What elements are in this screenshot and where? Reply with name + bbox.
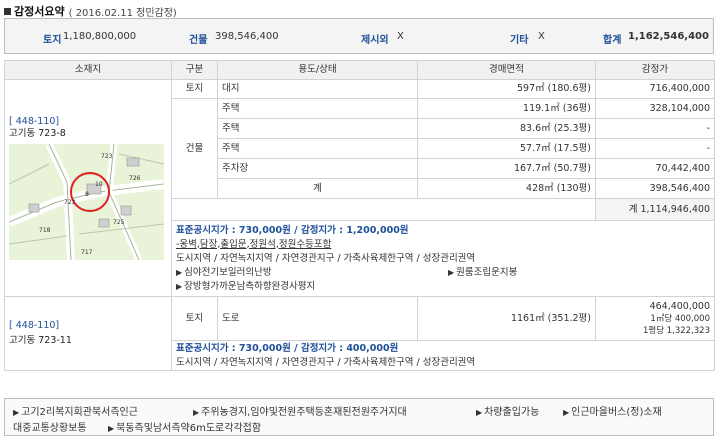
parcel2-number[interactable]: [ 448-110] xyxy=(9,320,167,332)
subtotal-label: 계 xyxy=(217,178,418,199)
table-row: [ 448-110] 고기동 723-11 토지 도로 1161㎡ (351.2… xyxy=(4,296,715,371)
parcel2-category: 토지 xyxy=(171,296,218,341)
structure-note: 원룸조립운지봉 xyxy=(456,266,518,278)
parcel2-price-total: 464,400,000 xyxy=(649,300,710,312)
excluded-label: 제시외 xyxy=(361,35,389,46)
building-price: - xyxy=(595,118,715,139)
official-land-price: 표준공시지가 : 730,000원 / 감정지가 : 1,200,000원 xyxy=(176,224,409,236)
building-price: 328,104,000 xyxy=(595,98,715,119)
parcel2-price: 464,400,000 1㎡당 400,000 1평당 1,322,323 xyxy=(595,296,715,341)
official-land-price: 표준공시지가 : 730,000원 / 감정지가 : 400,000원 xyxy=(176,342,399,354)
building-area: 83.6㎡ (25.3평) xyxy=(417,118,596,139)
building-area: 167.7㎡ (50.7평) xyxy=(417,158,596,179)
triangle-bullet-icon: ▶ xyxy=(476,408,483,417)
building-area: 119.1㎡ (36평) xyxy=(417,98,596,119)
building-value: 398,546,400 xyxy=(215,31,279,42)
land-value: 1,180,800,000 xyxy=(63,31,137,42)
building-price: - xyxy=(595,138,715,159)
section-title: 감정서요약 xyxy=(14,5,65,18)
header-category: 구분 xyxy=(171,60,218,80)
parcel2-price-per-sqm: 1㎡당 400,000 xyxy=(650,313,710,324)
parcel2-notes: 표준공시지가 : 730,000원 / 감정지가 : 400,000원 도시지역… xyxy=(171,340,715,371)
appraisal-table: 소재지 구분 용도/상태 경매면적 감정가 [ 448-110] 고기동 723… xyxy=(4,60,715,371)
building-label: 건물 xyxy=(189,35,208,46)
parcel1-location: [ 448-110] 고기동 723-8 723 723 726 718 725… xyxy=(4,79,172,297)
building-use: 주차장 xyxy=(217,158,418,179)
map-label: 10 xyxy=(95,181,103,188)
section-header: 감정서요약 ( 2016.02.11 정민감정) xyxy=(4,4,177,19)
building-use: 주택 xyxy=(217,98,418,119)
map-label: 723 xyxy=(101,153,113,160)
triangle-bullet-icon: ▶ xyxy=(176,281,183,291)
triangle-bullet-icon: ▶ xyxy=(563,408,570,417)
triangle-bullet-icon: ▶ xyxy=(176,267,183,277)
zoning-note: 도시지역 / 자연녹지지역 / 자연경관지구 / 가축사육제한구역 / 성장관리… xyxy=(176,252,476,264)
header-use-status: 용도/상태 xyxy=(217,60,418,80)
land-use: 대지 xyxy=(217,79,418,99)
parcel2-address: 고기동 723-11 xyxy=(9,335,72,346)
location-note: 인근마을버스(정)소재 xyxy=(571,407,662,418)
parcel1-notes: 표준공시지가 : 730,000원 / 감정지가 : 1,200,000원 -옹… xyxy=(171,220,715,297)
map-label: 723 xyxy=(64,199,76,206)
header-location: 소재지 xyxy=(4,60,172,80)
parcel2-location: [ 448-110] 고기동 723-11 xyxy=(4,296,172,371)
parcel1-number[interactable]: [ 448-110] xyxy=(9,116,167,128)
other-label: 기타 xyxy=(510,35,529,46)
land-area: 597㎡ (180.6평) xyxy=(417,79,596,99)
subtotal-area: 428㎡ (130평) xyxy=(417,178,596,199)
appraisal-summary: 토지 1,180,800,000 건물 398,546,400 제시외 X 기타… xyxy=(4,18,714,54)
location-note: 고기2리복지회관북서측인근 xyxy=(21,407,138,418)
triangle-bullet-icon: ▶ xyxy=(448,267,455,277)
location-note: 주위농경지,임야및전원주택등혼재된전원주거지대 xyxy=(201,407,407,418)
square-bullet-icon xyxy=(4,7,11,15)
other-value: X xyxy=(538,31,545,42)
building-use: 주택 xyxy=(217,138,418,159)
header-price: 감정가 xyxy=(595,60,715,80)
triangle-bullet-icon: ▶ xyxy=(108,424,115,433)
heating-note: 심야전기보일러의난방 xyxy=(184,266,272,278)
parcel1-total: 계 1,114,946,400 xyxy=(595,198,715,221)
zoning-note: 도시지역 / 자연녹지지역 / 자연경관지구 / 가축사육제한구역 / 성장관리… xyxy=(176,356,476,368)
triangle-bullet-icon: ▶ xyxy=(13,408,20,417)
land-category: 토지 xyxy=(171,79,218,99)
land-price: 716,400,000 xyxy=(595,79,715,99)
building-category: 건물 xyxy=(171,98,218,199)
header-area: 경매면적 xyxy=(417,60,596,80)
table-row: [ 448-110] 고기동 723-8 723 723 726 718 725… xyxy=(4,79,715,297)
subtotal-price: 398,546,400 xyxy=(595,178,715,199)
parcel1-address: 고기동 723-8 xyxy=(9,128,66,139)
appraisal-date: ( 2016.02.11 정민감정) xyxy=(68,7,177,19)
parcel-map[interactable]: 723 723 726 718 725 717 8 10 xyxy=(9,144,164,260)
triangle-bullet-icon: ▶ xyxy=(193,408,200,417)
parcel2-use: 도로 xyxy=(217,296,418,341)
map-label: 718 xyxy=(39,227,51,234)
excluded-value: X xyxy=(397,31,404,42)
building-use: 주택 xyxy=(217,118,418,139)
total-value: 1,162,546,400 xyxy=(628,31,709,42)
shape-note: 장방형가까운남측하향완경사평지 xyxy=(184,280,316,292)
building-price: 70,442,400 xyxy=(595,158,715,179)
building-area: 57.7㎡ (17.5평) xyxy=(417,138,596,159)
location-notes: ▶ 고기2리복지회관북서측인근 ▶ 주위농경지,임야및전원주택등혼재된전원주거지대 … xyxy=(4,398,714,436)
map-label: 717 xyxy=(81,249,93,256)
map-label: 8 xyxy=(85,191,89,198)
location-note: 북동측및남서측약6m도로각각접함 xyxy=(116,423,262,434)
map-label: 726 xyxy=(129,175,141,182)
total-label: 합계 xyxy=(603,35,622,46)
land-label: 토지 xyxy=(43,35,62,46)
location-note: 차량출입가능 xyxy=(484,407,540,418)
map-label: 725 xyxy=(113,219,125,226)
includes-note: -옹벽,담장,출입문,정원석,정원수등포함 xyxy=(176,238,332,250)
parcel2-area: 1161㎡ (351.2평) xyxy=(417,296,596,341)
location-note: 대중교통상황보통 xyxy=(13,423,87,434)
parcel2-price-per-pyeong: 1평당 1,322,323 xyxy=(642,325,710,336)
